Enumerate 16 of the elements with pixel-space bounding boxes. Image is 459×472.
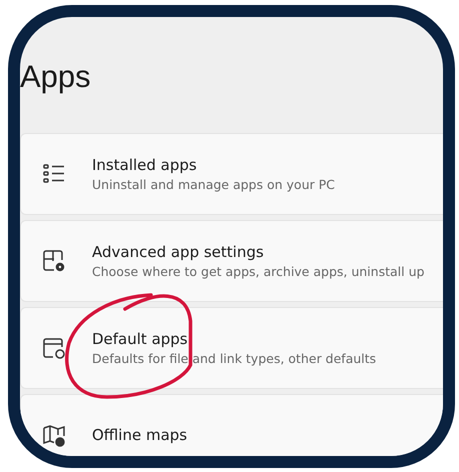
settings-row[interactable]: Advanced app settings Choose where to get apps, archive apps, uninstall up — [20, 220, 443, 302]
page-title: Apps — [20, 58, 92, 96]
map-icon — [42, 423, 66, 447]
row-title: Advanced app settings — [92, 243, 265, 261]
row-title: Offline maps — [92, 426, 188, 444]
list-icon — [42, 162, 66, 186]
row-description: Uninstall and manage apps on your PC — [92, 177, 335, 192]
settings-row[interactable]: Installed apps Uninstall and manage apps on your PC — [20, 133, 443, 215]
settings-row[interactable]: Default apps Defaults for file and link types, other defaults — [20, 307, 443, 389]
window-badge-icon — [42, 336, 66, 360]
row-title: Installed apps — [92, 156, 198, 174]
row-title: Default apps — [92, 330, 189, 348]
window-gear-icon — [42, 249, 66, 273]
settings-row[interactable]: Offline maps — [20, 394, 443, 456]
row-description: Defaults for file and link types, other defaults — [92, 351, 376, 366]
row-description: Choose where to get apps, archive apps, uninstall up — [92, 264, 424, 279]
